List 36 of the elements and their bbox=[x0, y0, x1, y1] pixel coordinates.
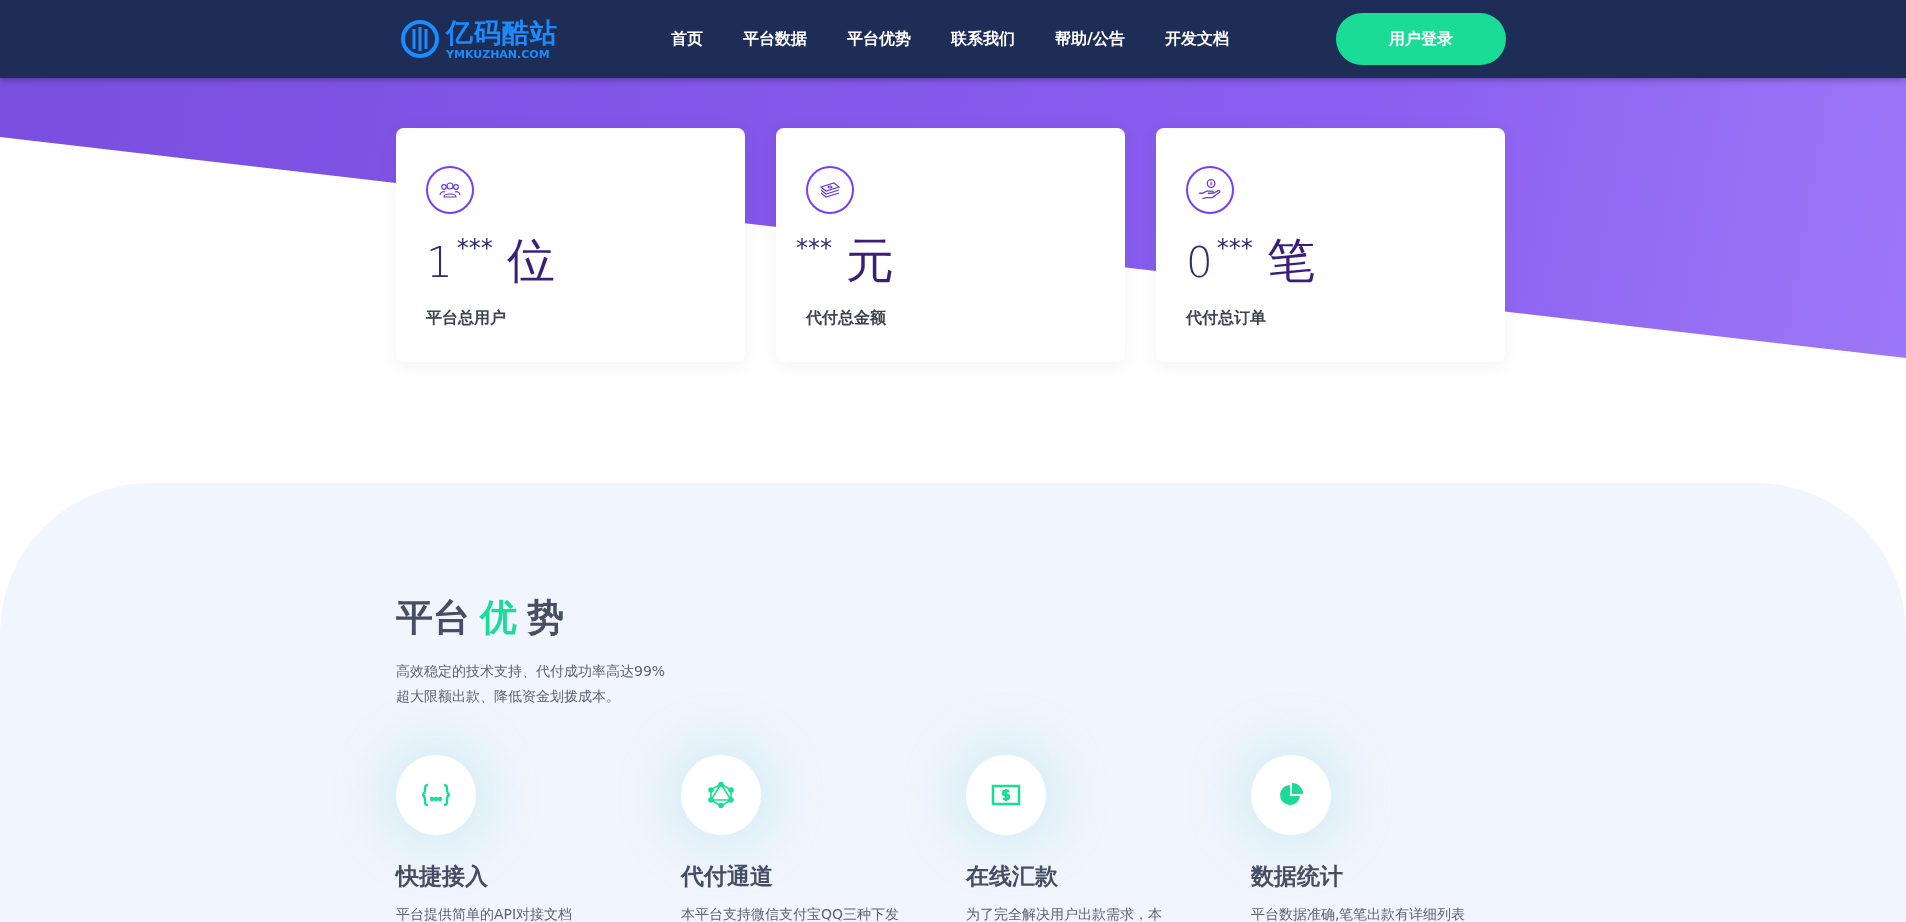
masked-digits: *** bbox=[796, 236, 832, 260]
nav-link[interactable]: 平台优势 bbox=[847, 28, 911, 50]
nav-link[interactable]: 首页 bbox=[671, 28, 703, 50]
pie-chart-icon bbox=[1278, 782, 1304, 808]
nav-link[interactable]: 帮助/公告 bbox=[1055, 28, 1125, 50]
section-title: 平台 bbox=[396, 595, 470, 641]
stat-unit: 位 bbox=[506, 236, 555, 284]
feature-title: 快捷接入 bbox=[396, 862, 488, 891]
stat-value: 0 bbox=[1186, 242, 1213, 284]
network-icon bbox=[708, 782, 734, 808]
stat-unit: 笔 bbox=[1266, 236, 1315, 284]
braces-icon bbox=[421, 783, 451, 807]
feature-title: 数据统计 bbox=[1251, 862, 1343, 891]
masked-digits: *** bbox=[1216, 236, 1253, 260]
nav-link[interactable]: 开发文档 bbox=[1164, 28, 1229, 50]
stat-label: 平台总用户 bbox=[426, 308, 506, 329]
feature-description: 为了完全解决用户出款需求，本 bbox=[966, 906, 1162, 922]
masked-digits: *** bbox=[456, 236, 493, 260]
section-title: 优 bbox=[480, 595, 517, 641]
stat-label: 代付总订单 bbox=[1186, 308, 1266, 329]
stat-unit: 元 bbox=[846, 236, 894, 284]
feature-title: 代付通道 bbox=[681, 862, 773, 891]
section-title: 势 bbox=[527, 595, 564, 641]
banknote-icon bbox=[991, 783, 1021, 807]
logo-icon bbox=[400, 19, 440, 59]
stat-value: 1 bbox=[426, 242, 453, 284]
nav-link[interactable]: 平台数据 bbox=[743, 28, 807, 50]
feature-description: 平台提供简单的API对接文档 bbox=[396, 906, 573, 922]
logo-domain: YMKUZHAN.COM bbox=[446, 48, 551, 60]
logo-name: 亿码酷站 bbox=[446, 18, 558, 46]
nav-link[interactable]: 联系我们 bbox=[951, 28, 1015, 50]
feature-title: 在线汇款 bbox=[966, 862, 1058, 891]
stat-label: 代付总金额 bbox=[806, 308, 886, 329]
feature-description: 本平台支持微信支付宝QQ三种下发 bbox=[681, 906, 900, 922]
feature-description: 平台数据准确,笔笔出款有详细列表 bbox=[1251, 906, 1466, 922]
section-subtitle: 高效稳定的技术支持、代付成功率高达99% 超大限额出款、降低资金划拨成本。 bbox=[396, 662, 667, 706]
